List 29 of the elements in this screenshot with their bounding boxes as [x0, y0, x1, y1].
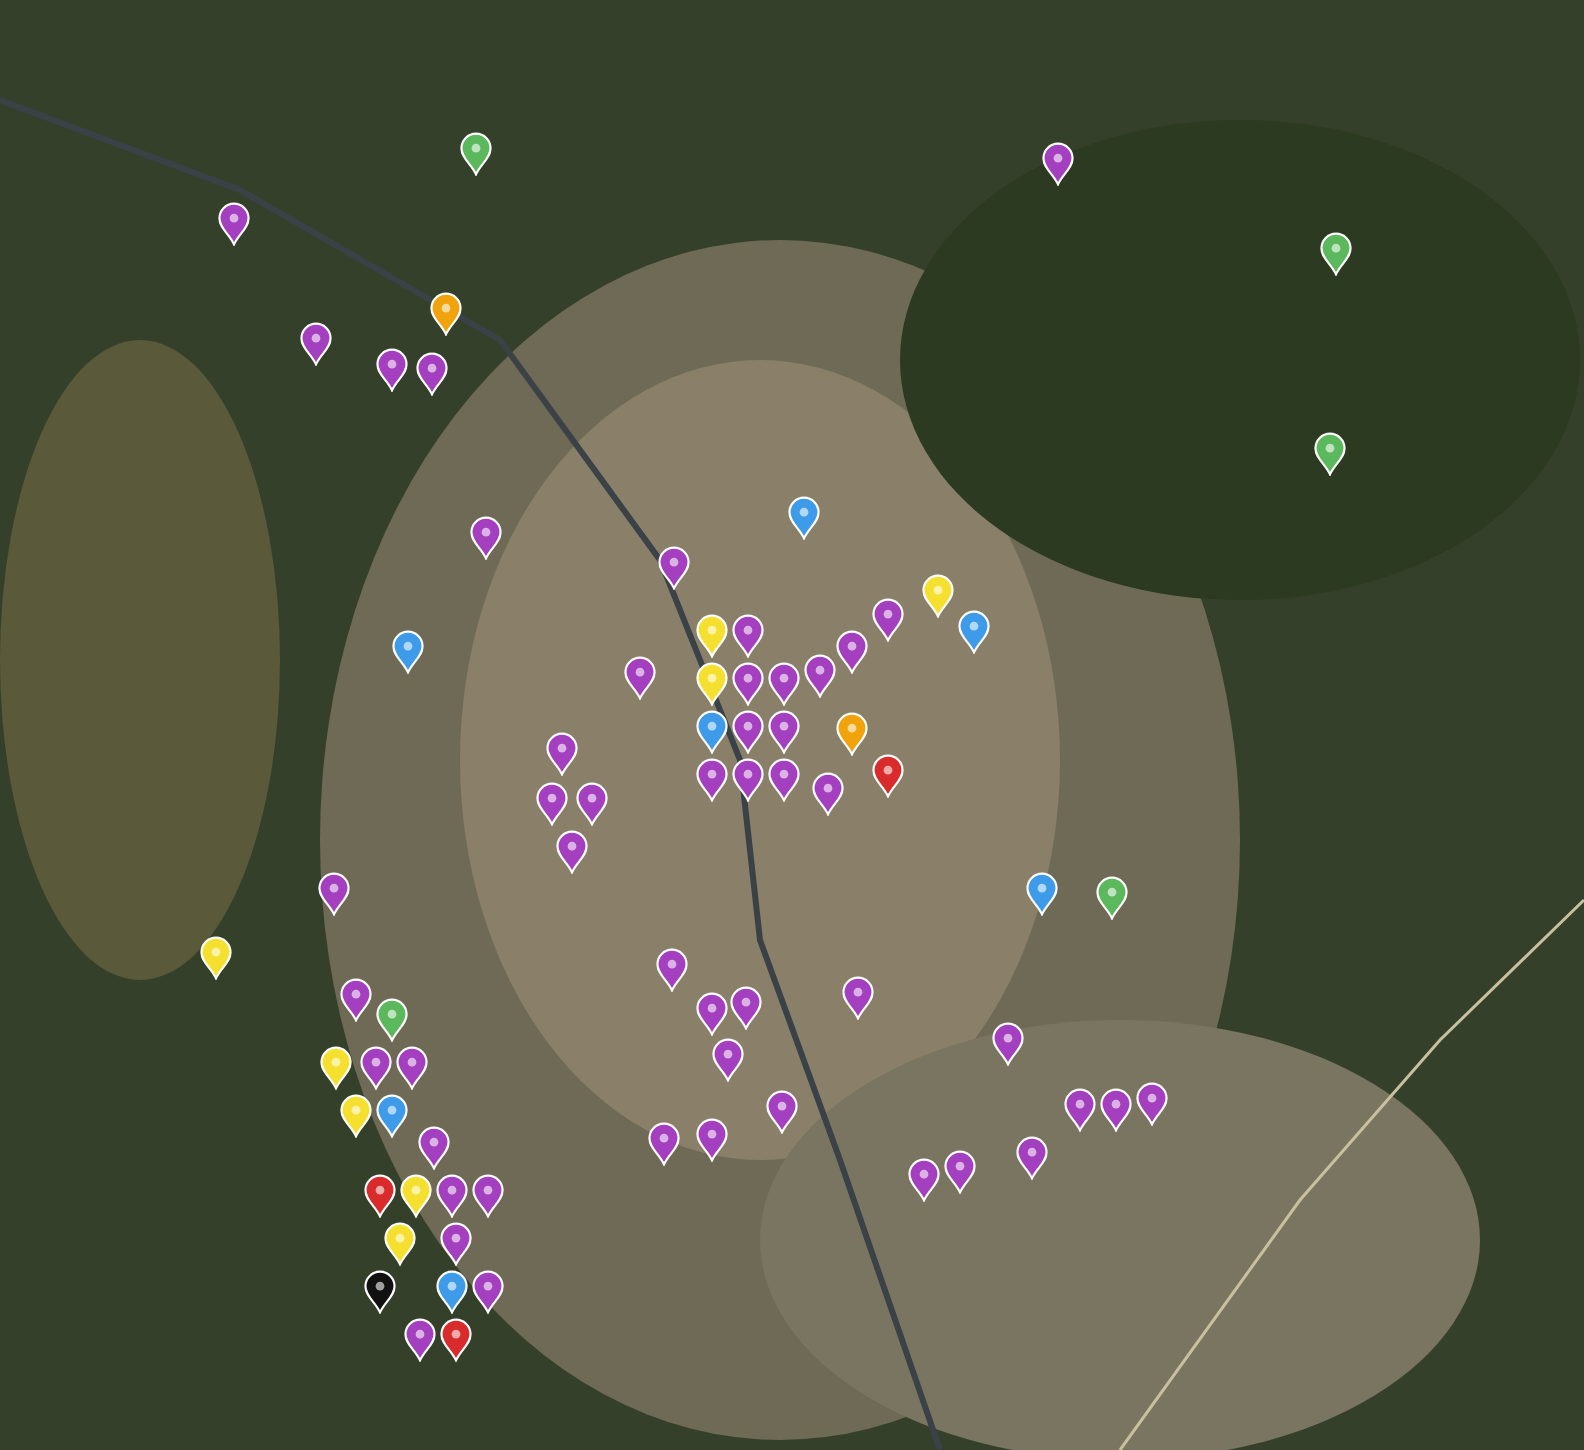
- map-pin[interactable]: [376, 348, 408, 392]
- map-pin[interactable]: [696, 614, 728, 658]
- map-pin[interactable]: [384, 1222, 416, 1266]
- map-pin[interactable]: [400, 1174, 432, 1218]
- map-pin[interactable]: [320, 1046, 352, 1090]
- map-pin[interactable]: [300, 322, 332, 366]
- map-pin[interactable]: [1042, 142, 1074, 186]
- map-pin[interactable]: [318, 872, 350, 916]
- map-pin[interactable]: [404, 1318, 436, 1362]
- map-pin[interactable]: [340, 1094, 372, 1138]
- map-pin[interactable]: [376, 1094, 408, 1138]
- map-pin[interactable]: [364, 1174, 396, 1218]
- map-pin[interactable]: [732, 758, 764, 802]
- map-pin[interactable]: [658, 546, 690, 590]
- map-pin[interactable]: [440, 1222, 472, 1266]
- map-pin[interactable]: [416, 352, 448, 396]
- map-pin[interactable]: [430, 292, 462, 336]
- map-pin[interactable]: [732, 710, 764, 754]
- map-pin[interactable]: [1320, 232, 1352, 276]
- map-pin[interactable]: [472, 1270, 504, 1314]
- map-pin[interactable]: [364, 1270, 396, 1314]
- map-pin[interactable]: [1314, 432, 1346, 476]
- map-pin[interactable]: [200, 936, 232, 980]
- map-pin[interactable]: [696, 662, 728, 706]
- map-pin[interactable]: [440, 1318, 472, 1362]
- map-pin[interactable]: [436, 1270, 468, 1314]
- map-pin[interactable]: [696, 710, 728, 754]
- map-pin[interactable]: [218, 202, 250, 246]
- map-pin[interactable]: [460, 132, 492, 176]
